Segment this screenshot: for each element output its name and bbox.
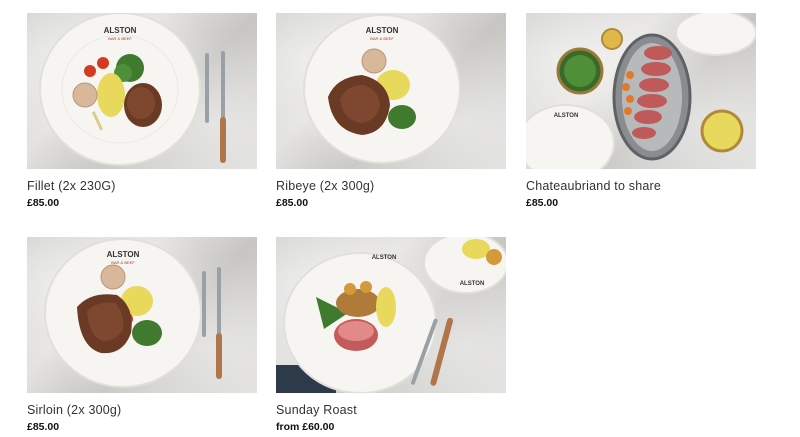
ribeye-plate-illustration: ALSTON BAR & BEEF [303,14,461,164]
product-image-sirloin[interactable]: ALSTON BAR & BEEF [27,237,257,393]
product-image-chateaubriand[interactable]: ALSTON [526,13,756,169]
svg-text:ALSTON: ALSTON [372,255,397,261]
product-card-fillet[interactable]: ALSTON BAR & BEEF Fillet (2x 230G) £85.0… [27,13,257,209]
product-price: £85.00 [276,197,309,209]
product-name[interactable]: Sunday Roast [276,403,506,417]
alston-logo: ALSTON [460,281,485,287]
svg-text:BAR & BEEF: BAR & BEEF [108,36,132,41]
product-price: £85.00 [27,421,60,433]
alston-logo: ALSTON [104,26,137,35]
chateaubriand-illustration: ALSTON [526,13,756,169]
fillet-plate-illustration: ALSTON BAR & BEEF [39,13,226,166]
product-name[interactable]: Ribeye (2x 300g) [276,179,506,193]
product-name[interactable]: Chateaubriand to share [526,179,756,193]
svg-text:BAR & BEEF: BAR & BEEF [111,260,135,265]
sirloin-plate-illustration: ALSTON BAR & BEEF [44,238,222,388]
alston-logo: ALSTON [366,26,399,35]
product-name[interactable]: Sirloin (2x 300g) [27,403,257,417]
alston-logo: ALSTON [554,113,579,119]
product-name[interactable]: Fillet (2x 230G) [27,179,257,193]
svg-text:BAR & BEEF: BAR & BEEF [370,36,394,41]
product-card-sirloin[interactable]: ALSTON BAR & BEEF Sirloin (2x 300g) £85.… [27,237,257,433]
sunday-roast-illustration: ALSTON ALSTON [276,237,506,393]
product-price: £85.00 [526,197,559,209]
alston-logo: ALSTON [107,250,140,259]
product-image-fillet[interactable]: ALSTON BAR & BEEF [27,13,257,169]
product-card-sunday-roast[interactable]: ALSTON ALSTON Sunday Roast from £60.00 [276,237,506,433]
product-card-chateaubriand[interactable]: ALSTON Chateaubriand to share £85.00 [526,13,756,209]
product-price: from £60.00 [276,421,335,433]
product-price: £85.00 [27,197,60,209]
product-image-sunday-roast[interactable]: ALSTON ALSTON [276,237,506,393]
product-image-ribeye[interactable]: ALSTON BAR & BEEF [276,13,506,169]
product-card-ribeye[interactable]: ALSTON BAR & BEEF Ribeye (2x 300g) £85.0… [276,13,506,209]
